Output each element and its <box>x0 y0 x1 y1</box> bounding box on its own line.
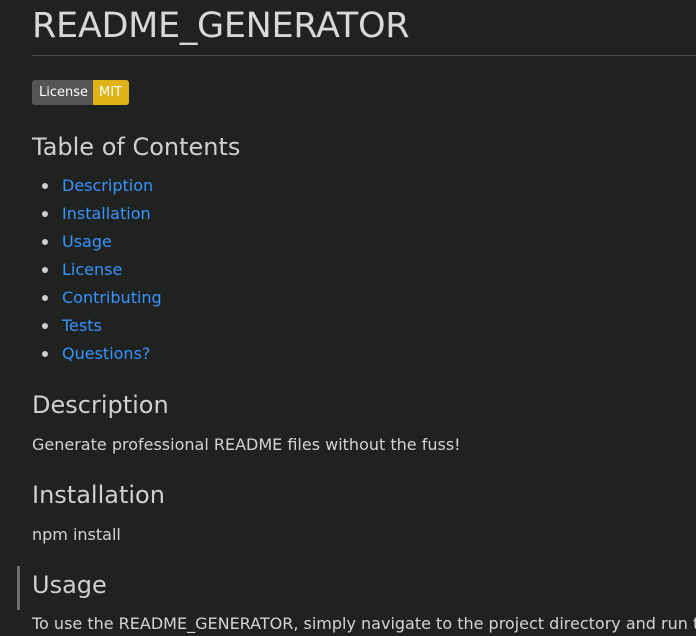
toc-item: Questions? <box>42 340 696 368</box>
toc-item: Usage <box>42 228 696 256</box>
installation-text: npm install <box>32 525 121 544</box>
toc-link-description[interactable]: Description <box>62 176 153 195</box>
bullet-icon <box>42 295 48 301</box>
markdown-preview: README_GENERATOR License MIT Table of Co… <box>17 0 696 636</box>
bullet-icon <box>42 323 48 329</box>
toc-item: License <box>42 256 696 284</box>
badge-label: License <box>32 80 94 105</box>
usage-heading: Usage <box>32 571 107 599</box>
badge-value: MIT <box>93 80 130 105</box>
toc-link-license[interactable]: License <box>62 260 122 279</box>
description-text: Generate professional README files witho… <box>32 435 461 454</box>
toc-list: Description Installation Usage License C… <box>32 172 696 368</box>
bullet-icon <box>42 239 48 245</box>
toc-item: Contributing <box>42 284 696 312</box>
toc-link-installation[interactable]: Installation <box>62 204 151 223</box>
bullet-icon <box>42 211 48 217</box>
usage-text: To use the README_GENERATOR, simply navi… <box>32 614 696 633</box>
toc-link-contributing[interactable]: Contributing <box>62 288 162 307</box>
license-badge[interactable]: License MIT <box>32 80 130 105</box>
title-divider <box>32 55 696 56</box>
toc-link-tests[interactable]: Tests <box>62 316 102 335</box>
toc-heading: Table of Contents <box>32 133 241 161</box>
bullet-icon <box>42 351 48 357</box>
bullet-icon <box>42 267 48 273</box>
toc-item: Description <box>42 172 696 200</box>
description-heading: Description <box>32 391 169 419</box>
installation-heading: Installation <box>32 481 165 509</box>
toc-link-usage[interactable]: Usage <box>62 232 112 251</box>
page-title: README_GENERATOR <box>32 6 410 46</box>
usage-section: Usage <box>17 566 696 610</box>
toc-link-questions[interactable]: Questions? <box>62 344 150 363</box>
bullet-icon <box>42 183 48 189</box>
section-marker <box>17 566 20 610</box>
toc-item: Tests <box>42 312 696 340</box>
toc-item: Installation <box>42 200 696 228</box>
